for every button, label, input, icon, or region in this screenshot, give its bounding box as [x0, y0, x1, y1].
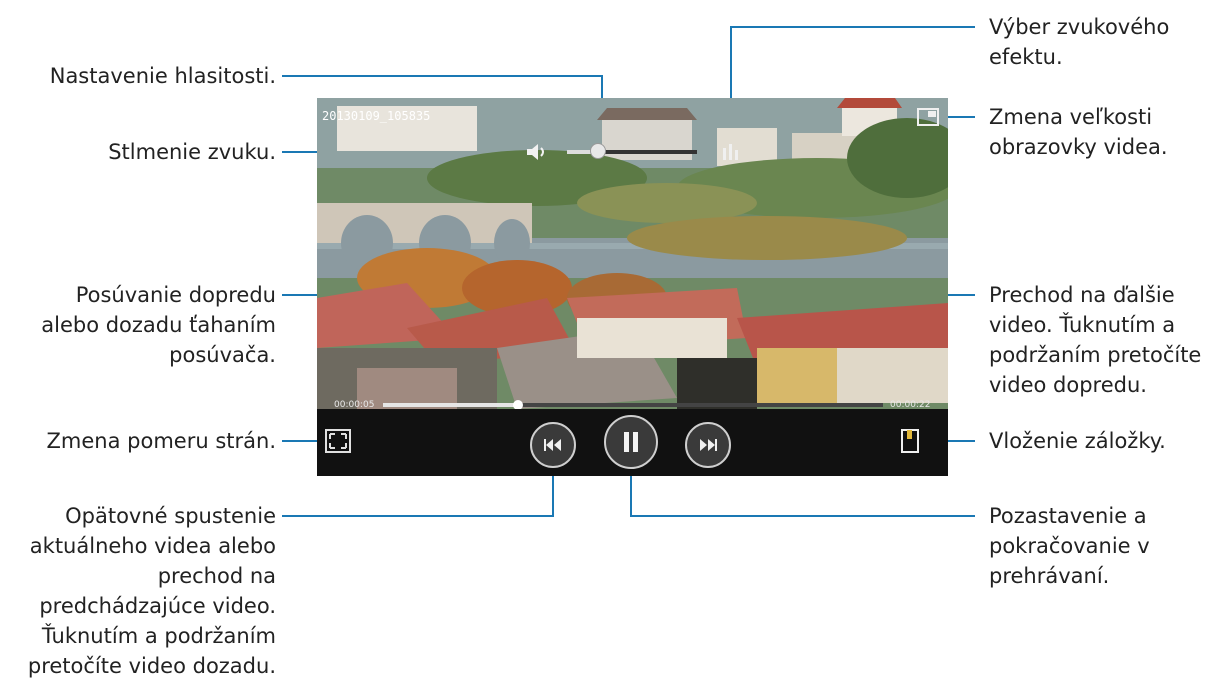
seek-bar[interactable]	[383, 400, 883, 410]
mute-button[interactable]	[523, 142, 551, 162]
next-button[interactable]	[685, 422, 731, 468]
screen-size-button[interactable]	[917, 108, 939, 126]
aspect-ratio-icon	[329, 433, 347, 449]
pause-label: Pozastavenie a pokračovanie v prehrávaní.	[989, 504, 1150, 588]
pause-icon	[624, 432, 638, 452]
seek-label: Posúvanie dopredu alebo dozadu ťahaním pos…	[41, 283, 276, 367]
pause-button[interactable]	[604, 415, 658, 469]
volume-label: Nastavenie hlasitosti.	[49, 64, 276, 88]
aspect-ratio-button[interactable]	[325, 429, 351, 453]
bookmark-button[interactable]	[901, 429, 919, 453]
equalizer-icon	[723, 144, 738, 160]
aspect-label: Zmena pomeru strán.	[46, 429, 276, 453]
next-label: Prechod na ďalšie video. Ťuknutím a podrž…	[989, 283, 1202, 397]
bookmark-icon	[901, 429, 919, 453]
control-bar	[317, 409, 948, 476]
restart-label: Opätovné spustenie aktuálneho videa alebo…	[27, 504, 276, 678]
seek-fill	[383, 403, 518, 407]
screen-size-label: Zmena veľkosti obrazovky videa.	[989, 105, 1168, 159]
popup-icon	[917, 108, 939, 126]
volume-slider[interactable]	[567, 143, 697, 159]
bookmark-label: Vloženie záložky.	[989, 429, 1166, 453]
sound-effect-label: Výber zvukového efektu.	[989, 15, 1170, 69]
video-frame	[317, 98, 948, 409]
rewind-icon	[544, 439, 561, 451]
video-timestamp: 20130109_105835	[322, 109, 431, 123]
fast-forward-icon	[700, 439, 717, 451]
mute-label: Stlmenie zvuku.	[108, 140, 276, 164]
speaker-icon	[527, 144, 544, 160]
previous-button[interactable]	[530, 422, 576, 468]
video-player[interactable]: 20130109_105835 00:00:05 00:00:22	[317, 98, 948, 476]
sound-effect-button[interactable]	[721, 140, 741, 162]
